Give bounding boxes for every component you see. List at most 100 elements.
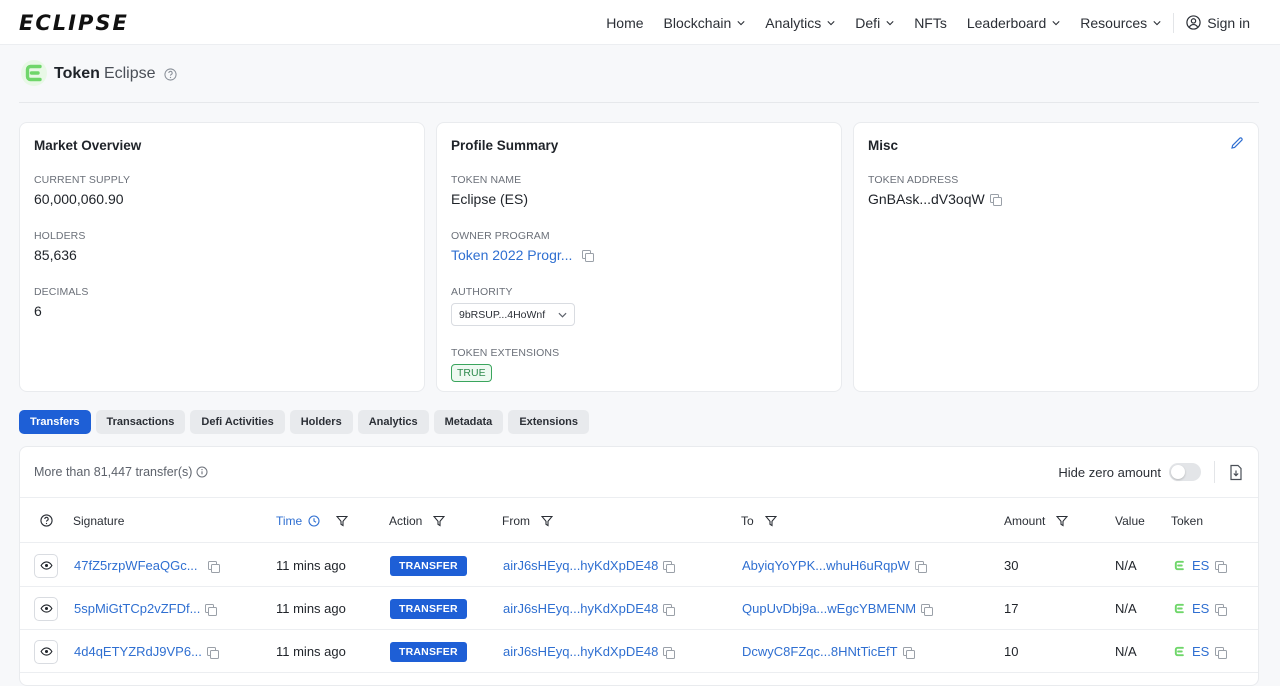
column-to-label: To bbox=[741, 514, 754, 528]
view-details-button[interactable] bbox=[34, 553, 58, 578]
column-action: Action bbox=[389, 514, 446, 528]
eclipse-logo[interactable]: ECLIPSE bbox=[19, 11, 129, 35]
help-icon[interactable] bbox=[163, 68, 177, 81]
copy-icon[interactable] bbox=[663, 603, 676, 616]
from-address-link[interactable]: airJ6sHEyq...hyKdXpDE48 bbox=[503, 601, 658, 616]
column-time-label: Time bbox=[276, 514, 303, 528]
filter-icon[interactable] bbox=[1056, 515, 1069, 527]
eclipse-token-icon bbox=[1174, 603, 1184, 614]
action-badge: TRANSFER bbox=[390, 555, 467, 576]
table-header: Signature Time Action From To Amount Val… bbox=[20, 499, 1258, 543]
current-supply-value: 60,000,060.90 bbox=[34, 191, 124, 207]
row-value: N/A bbox=[1115, 601, 1137, 616]
token-link[interactable]: ES bbox=[1171, 643, 1228, 660]
chevron-down-icon bbox=[1052, 20, 1060, 25]
pencil-icon[interactable] bbox=[1230, 136, 1244, 150]
nav-resources[interactable]: Resources bbox=[1070, 0, 1171, 45]
decimals-value: 6 bbox=[34, 303, 42, 319]
copy-icon[interactable] bbox=[921, 603, 934, 616]
column-token-label: Token bbox=[1171, 514, 1204, 528]
token-link[interactable]: ES bbox=[1171, 557, 1228, 574]
page-header: Token Eclipse bbox=[19, 58, 1259, 103]
copy-icon[interactable] bbox=[663, 560, 676, 573]
column-token: Token bbox=[1171, 514, 1203, 528]
copy-icon[interactable] bbox=[207, 560, 220, 573]
to-address-link[interactable]: DcwyC8FZqc...8HNtTicEfT bbox=[742, 644, 898, 659]
column-time[interactable]: Time bbox=[276, 514, 349, 528]
copy-icon[interactable] bbox=[1215, 646, 1228, 659]
info-icon[interactable] bbox=[196, 466, 208, 478]
action-badge: TRANSFER bbox=[390, 598, 467, 619]
nav-blockchain[interactable]: Blockchain bbox=[654, 0, 756, 45]
tab-transactions[interactable]: Transactions bbox=[95, 410, 186, 434]
copy-icon[interactable] bbox=[1215, 603, 1228, 616]
row-time: 11 mins ago bbox=[276, 601, 346, 616]
filter-icon[interactable] bbox=[764, 515, 777, 527]
copy-icon[interactable] bbox=[989, 194, 1002, 206]
user-icon bbox=[1186, 15, 1201, 30]
token-link[interactable]: ES bbox=[1171, 600, 1228, 617]
tab-defi-activities[interactable]: Defi Activities bbox=[190, 410, 285, 434]
signature-link[interactable]: 47fZ5rzpWFeaQGc... bbox=[74, 558, 198, 573]
token-name-value: Eclipse (ES) bbox=[451, 191, 529, 207]
copy-icon[interactable] bbox=[663, 646, 676, 659]
authority-select[interactable]: 9bRSUP...4HoWnf bbox=[451, 303, 575, 326]
copy-icon[interactable] bbox=[902, 646, 915, 659]
signature-link[interactable]: 4d4qETYZRdJ9VP6... bbox=[74, 644, 202, 659]
to-address-link[interactable]: AbyiqYoYPK...whuH6uRqpW bbox=[742, 558, 910, 573]
eye-icon bbox=[39, 561, 53, 570]
page-title-sub: Eclipse bbox=[103, 65, 156, 82]
from-address-link[interactable]: airJ6sHEyq...hyKdXpDE48 bbox=[503, 558, 658, 573]
sign-in-button[interactable]: Sign in bbox=[1176, 0, 1260, 45]
top-navbar: ECLIPSE Home Blockchain Analytics Defi N… bbox=[0, 0, 1280, 45]
tab-holders[interactable]: Holders bbox=[289, 410, 353, 434]
nav-analytics-label: Analytics bbox=[765, 14, 822, 31]
token-extensions-badge: TRUE bbox=[451, 364, 492, 382]
filter-icon[interactable] bbox=[541, 515, 553, 527]
owner-program-link[interactable]: Token 2022 Progr... bbox=[451, 247, 572, 263]
owner-program-label: OWNER PROGRAM bbox=[451, 230, 550, 242]
row-amount: 10 bbox=[1004, 644, 1019, 659]
copy-icon[interactable] bbox=[582, 250, 595, 262]
tab-transfers[interactable]: Transfers bbox=[19, 410, 91, 434]
nav-leaderboard[interactable]: Leaderboard bbox=[957, 0, 1070, 45]
nav-analytics[interactable]: Analytics bbox=[755, 0, 845, 45]
hide-zero-label: Hide zero amount bbox=[1058, 464, 1161, 480]
column-from-label: From bbox=[502, 514, 530, 528]
token-symbol: ES bbox=[1192, 601, 1210, 616]
filter-icon[interactable] bbox=[433, 515, 446, 527]
copy-icon[interactable] bbox=[1215, 560, 1228, 573]
tab-metadata[interactable]: Metadata bbox=[433, 410, 504, 434]
copy-icon[interactable] bbox=[914, 560, 927, 573]
tab-extensions[interactable]: Extensions bbox=[508, 410, 589, 434]
signature-link[interactable]: 5spMiGtTCp2vZFDf... bbox=[74, 601, 200, 616]
hide-zero-toggle[interactable] bbox=[1169, 463, 1201, 481]
nav-blockchain-label: Blockchain bbox=[663, 14, 732, 31]
to-address-link[interactable]: QupUvDbj9a...wEgcYBMENM bbox=[742, 601, 916, 616]
from-address-link[interactable]: airJ6sHEyq...hyKdXpDE48 bbox=[503, 644, 658, 659]
view-details-button[interactable] bbox=[34, 596, 58, 621]
nav-nfts[interactable]: NFTs bbox=[904, 0, 957, 45]
row-value: N/A bbox=[1115, 644, 1137, 659]
column-signature: Signature bbox=[73, 514, 124, 528]
view-details-button[interactable] bbox=[34, 639, 58, 664]
nav-defi[interactable]: Defi bbox=[845, 0, 904, 45]
holders-label: HOLDERS bbox=[34, 230, 86, 242]
toolbar-divider bbox=[1214, 461, 1215, 483]
copy-icon[interactable] bbox=[205, 603, 218, 616]
filter-icon[interactable] bbox=[336, 515, 349, 527]
main-nav: Home Blockchain Analytics Defi NFTs Lead… bbox=[596, 0, 1260, 45]
clock-icon bbox=[308, 515, 320, 527]
card-title: Market Overview bbox=[34, 138, 142, 153]
token-extensions-label: TOKEN EXTENSIONS bbox=[451, 347, 560, 359]
row-value: N/A bbox=[1115, 558, 1137, 573]
copy-icon[interactable] bbox=[206, 646, 219, 659]
token-address-value: GnBAsk...dV3oqW bbox=[868, 191, 985, 207]
column-help[interactable] bbox=[40, 514, 53, 527]
current-supply-label: CURRENT SUPPLY bbox=[34, 174, 131, 186]
eclipse-token-icon bbox=[1174, 646, 1184, 657]
nav-home[interactable]: Home bbox=[596, 0, 653, 45]
row-time: 11 mins ago bbox=[276, 558, 346, 573]
download-icon[interactable] bbox=[1228, 464, 1244, 481]
tab-analytics[interactable]: Analytics bbox=[357, 410, 429, 434]
